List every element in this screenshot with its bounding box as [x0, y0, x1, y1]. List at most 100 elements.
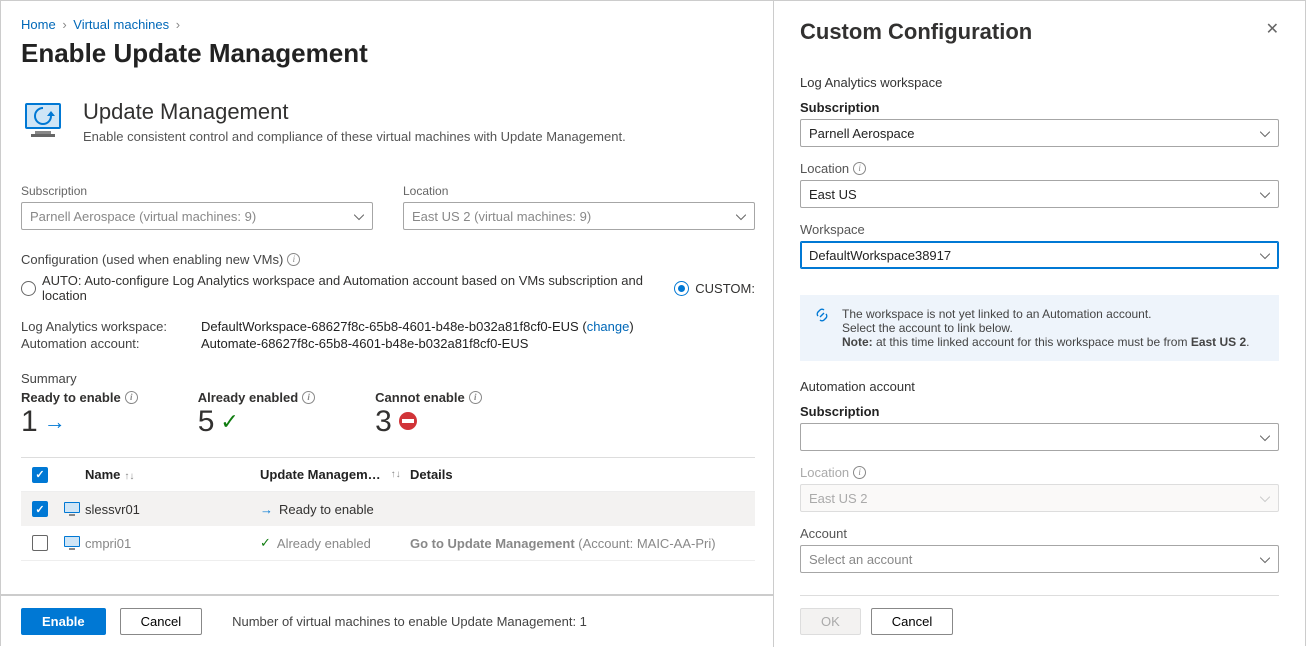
- info-icon[interactable]: i: [469, 391, 482, 404]
- chevron-down-icon: [1260, 187, 1270, 202]
- vm-table: Name ↑↓ Update Managem… ↑↓ Details slessvr…: [21, 457, 755, 561]
- auto-subscription-select[interactable]: [800, 423, 1279, 451]
- arrow-right-icon: →: [260, 502, 273, 517]
- notice-note-label: Note:: [842, 335, 873, 349]
- chevron-down-icon: [1260, 126, 1270, 141]
- chevron-down-icon: [1260, 491, 1270, 506]
- arrow-right-icon: →: [44, 409, 66, 435]
- header-update[interactable]: Update Managem…: [260, 467, 381, 482]
- chevron-right-icon: ›: [62, 17, 66, 32]
- subscription-label: Subscription: [21, 184, 373, 198]
- chevron-down-icon: [354, 209, 364, 224]
- law-section-label: Log Analytics workspace: [800, 75, 1279, 90]
- info-icon[interactable]: i: [853, 162, 866, 175]
- summary-ready: Ready to enablei 1 →: [21, 390, 138, 439]
- info-icon[interactable]: i: [287, 253, 300, 266]
- vm-name: slessvr01: [85, 502, 260, 517]
- workspace-value: DefaultWorkspace-68627f8c-65b8-4601-b48e…: [201, 319, 579, 334]
- panel-subscription-value: Parnell Aerospace: [809, 126, 915, 141]
- auto-subscription-label: Subscription: [800, 404, 1279, 419]
- panel-location-select[interactable]: East US: [800, 180, 1279, 208]
- panel-subscription-select[interactable]: Parnell Aerospace: [800, 119, 1279, 147]
- breadcrumb: Home › Virtual machines ›: [21, 17, 755, 32]
- summary-already: Already enabledi 5 ✓: [198, 390, 315, 439]
- hero-section: Update Management Enable consistent cont…: [21, 99, 755, 144]
- notice-line2: Select the account to link below.: [842, 321, 1250, 335]
- subscription-select[interactable]: Parnell Aerospace (virtual machines: 9): [21, 202, 373, 230]
- auto-location-value: East US 2: [809, 491, 868, 506]
- subscription-value: Parnell Aerospace (virtual machines: 9): [30, 209, 256, 224]
- cancel-button[interactable]: Cancel: [120, 608, 202, 635]
- panel-workspace-select[interactable]: DefaultWorkspace38917: [800, 241, 1279, 269]
- checkmark-icon: ✓: [220, 409, 238, 435]
- change-link[interactable]: change: [587, 319, 630, 334]
- notice-note-text: at this time linked account for this wor…: [873, 335, 1191, 349]
- vm-icon: [59, 501, 85, 517]
- radio-custom[interactable]: [674, 281, 689, 296]
- custom-configuration-panel: Custom Configuration ✕ Log Analytics wor…: [773, 1, 1305, 647]
- sort-icon[interactable]: ↑↓: [391, 469, 401, 480]
- row-checkbox[interactable]: [32, 535, 48, 551]
- info-icon[interactable]: i: [302, 391, 315, 404]
- location-select[interactable]: East US 2 (virtual machines: 9): [403, 202, 755, 230]
- select-all-checkbox[interactable]: [32, 467, 48, 483]
- panel-location-label: Locationi: [800, 161, 1279, 176]
- vm-details: Go to Update Management (Account: MAIC-A…: [410, 536, 755, 551]
- page-title: Enable Update Management: [21, 38, 755, 69]
- header-details[interactable]: Details: [410, 467, 453, 482]
- chevron-down-icon: [736, 209, 746, 224]
- auto-location-select: East US 2: [800, 484, 1279, 512]
- table-row[interactable]: cmpri01 ✓ Already enabled Go to Update M…: [21, 526, 755, 560]
- automation-value: Automate-68627f8c-65b8-4601-b48e-b032a81…: [201, 336, 528, 351]
- account-select[interactable]: Select an account: [800, 545, 1279, 573]
- panel-title: Custom Configuration: [800, 19, 1032, 45]
- panel-workspace-value: DefaultWorkspace38917: [809, 248, 951, 263]
- sort-icon[interactable]: ↑↓: [124, 471, 134, 482]
- summary-cannot: Cannot enablei 3: [375, 390, 482, 439]
- panel-cancel-button[interactable]: Cancel: [871, 608, 953, 635]
- vm-status: Ready to enable: [279, 502, 374, 517]
- bottom-bar: Enable Cancel Number of virtual machines…: [1, 594, 775, 647]
- notice-region: East US 2: [1191, 335, 1246, 349]
- panel-bottom-bar: OK Cancel: [800, 595, 1279, 647]
- checkmark-icon: ✓: [260, 535, 271, 551]
- radio-auto-label: AUTO: Auto-configure Log Analytics works…: [42, 273, 653, 303]
- summary-label: Summary: [21, 371, 755, 386]
- panel-location-value: East US: [809, 187, 857, 202]
- radio-auto[interactable]: [21, 281, 36, 296]
- vm-name: cmpri01: [85, 536, 260, 551]
- main-content: Home › Virtual machines › Enable Update …: [1, 1, 775, 647]
- panel-subscription-label: Subscription: [800, 100, 1279, 115]
- auto-location-label: Locationi: [800, 465, 1279, 480]
- info-icon[interactable]: i: [125, 391, 138, 404]
- radio-custom-label: CUSTOM:: [695, 281, 755, 296]
- vm-icon: [59, 535, 85, 551]
- account-value: Select an account: [809, 552, 912, 567]
- chevron-down-icon: [1260, 552, 1270, 567]
- hero-title: Update Management: [83, 99, 626, 125]
- header-name[interactable]: Name: [85, 467, 120, 482]
- blocked-icon: [398, 405, 418, 439]
- close-icon[interactable]: ✕: [1266, 19, 1279, 39]
- info-icon[interactable]: i: [853, 466, 866, 479]
- location-label: Location: [403, 184, 755, 198]
- row-checkbox[interactable]: [32, 501, 48, 517]
- workspace-label: Log Analytics workspace:: [21, 319, 201, 334]
- automation-label: Automation account:: [21, 336, 201, 351]
- chevron-right-icon: ›: [176, 17, 180, 32]
- configuration-label: Configuration (used when enabling new VM…: [21, 252, 755, 267]
- ok-button[interactable]: OK: [800, 608, 861, 635]
- breadcrumb-home[interactable]: Home: [21, 17, 56, 32]
- panel-workspace-label: Workspace: [800, 222, 1279, 237]
- table-row[interactable]: slessvr01 → Ready to enable: [21, 492, 755, 526]
- status-text: Number of virtual machines to enable Upd…: [232, 614, 587, 629]
- location-value: East US 2 (virtual machines: 9): [412, 209, 591, 224]
- chevron-down-icon: [1260, 248, 1270, 263]
- notice-box: The workspace is not yet linked to an Au…: [800, 295, 1279, 361]
- notice-line1: The workspace is not yet linked to an Au…: [842, 307, 1250, 321]
- account-label: Account: [800, 526, 1279, 541]
- enable-button[interactable]: Enable: [21, 608, 106, 635]
- vm-status: Already enabled: [277, 536, 371, 551]
- update-management-icon: [21, 99, 65, 143]
- breadcrumb-vms[interactable]: Virtual machines: [73, 17, 169, 32]
